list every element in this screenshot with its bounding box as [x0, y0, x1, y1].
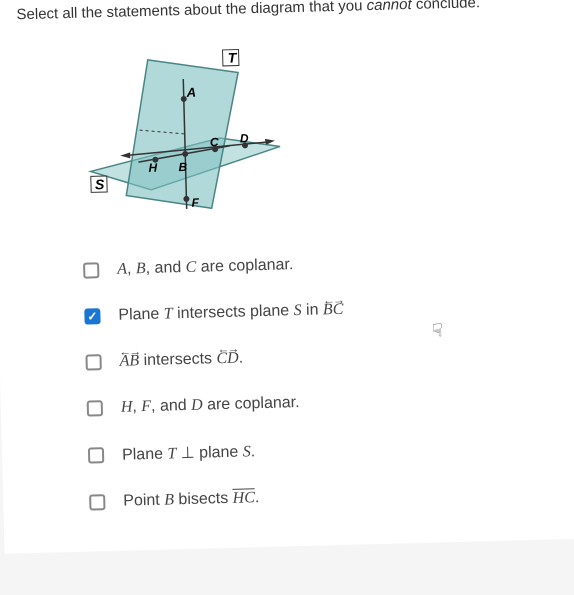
- option-6[interactable]: Point B bisects HC.: [89, 481, 574, 512]
- option-4-text: H, F, and D are coplanar.: [121, 394, 300, 417]
- svg-text:H: H: [148, 161, 157, 175]
- option-1-text: A, B, and C are coplanar.: [117, 256, 294, 279]
- question-emphasis: cannot: [366, 0, 411, 14]
- page-content: Select all the statements about the diag…: [0, 0, 574, 554]
- checkbox-3[interactable]: [85, 354, 101, 370]
- svg-text:S: S: [95, 176, 105, 192]
- geometry-diagram: T A S H B C D F: [67, 36, 302, 232]
- option-5-text: Plane T ⊥ plane S.: [122, 441, 256, 464]
- svg-text:T: T: [228, 50, 238, 66]
- svg-text:B: B: [178, 160, 187, 174]
- svg-text:D: D: [240, 131, 249, 145]
- option-3-text: ←→AB intersects ←→CD.: [119, 349, 243, 370]
- double-arrow-icon: ←→: [117, 344, 141, 360]
- checkbox-6[interactable]: [89, 494, 105, 510]
- options-list: A, B, and C are coplanar. Plane T inters…: [13, 249, 574, 514]
- cursor-pointer-icon: ☟: [432, 320, 444, 341]
- checkbox-1[interactable]: [83, 262, 99, 278]
- segment-HC: HC: [232, 489, 255, 507]
- question-suffix: conclude.: [411, 0, 480, 13]
- svg-text:C: C: [210, 135, 219, 149]
- double-arrow-icon: ←→: [214, 342, 241, 358]
- checkbox-4[interactable]: [87, 400, 103, 416]
- checkbox-2[interactable]: [84, 308, 100, 324]
- option-2-text: Plane T intersects plane S in ←→BC: [118, 301, 343, 325]
- option-3[interactable]: ←→AB intersects ←→CD.: [85, 341, 574, 372]
- option-1[interactable]: A, B, and C are coplanar.: [83, 249, 574, 280]
- question-text: Select all the statements about the diag…: [6, 0, 574, 24]
- line-CD: ←→CD: [216, 350, 239, 369]
- svg-text:A: A: [185, 85, 196, 100]
- option-4[interactable]: H, F, and D are coplanar.: [87, 387, 574, 418]
- option-5[interactable]: Plane T ⊥ plane S.: [88, 433, 574, 466]
- option-6-text: Point B bisects HC.: [123, 489, 260, 511]
- question-prefix: Select all the statements about the diag…: [16, 0, 367, 23]
- checkbox-5[interactable]: [88, 447, 104, 463]
- line-AB: ←→AB: [119, 352, 139, 371]
- svg-text:F: F: [191, 196, 199, 210]
- double-arrow-icon: ←→: [321, 293, 346, 309]
- line-BC: ←→BC: [323, 301, 344, 320]
- option-2[interactable]: Plane T intersects plane S in ←→BC ☟: [84, 295, 574, 326]
